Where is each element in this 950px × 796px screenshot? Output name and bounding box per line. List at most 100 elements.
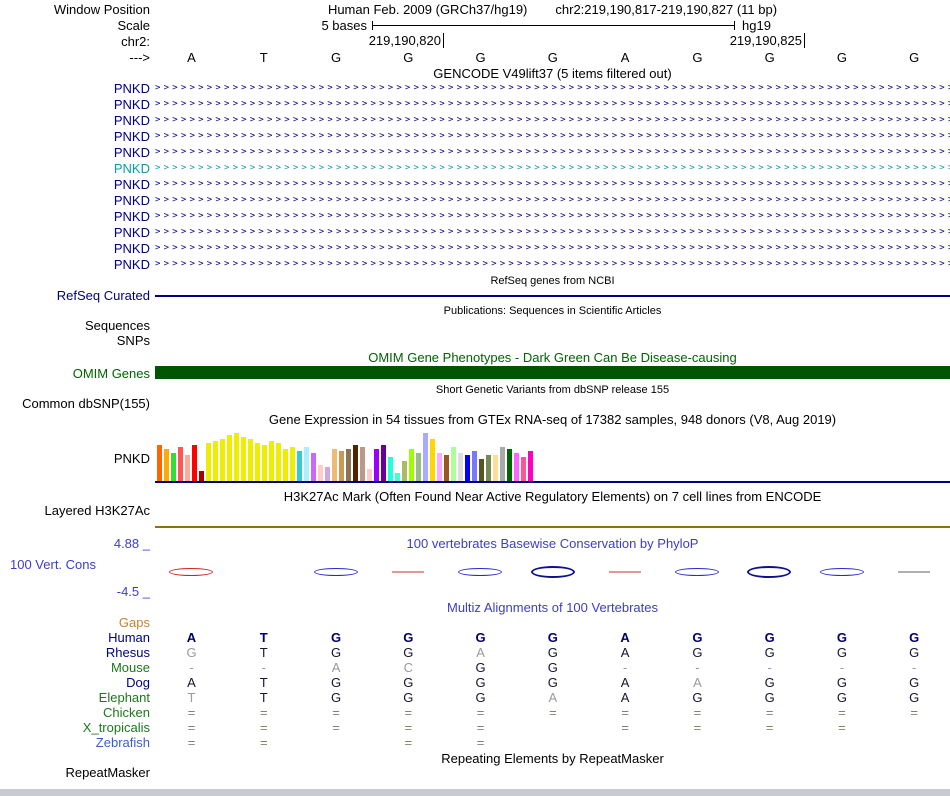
alignment-base: G [836, 630, 848, 645]
gencode-transcript-label[interactable]: PNKD [0, 193, 150, 208]
gencode-transcript-label[interactable]: PNKD [0, 145, 150, 160]
gencode-transcript-label[interactable]: PNKD [0, 97, 150, 112]
refseq-curated-track-line[interactable] [155, 295, 950, 297]
gtex-expression-bar [199, 471, 204, 481]
gaps-label[interactable]: Gaps [0, 615, 150, 630]
scale-bar [372, 21, 735, 30]
h3k27ac-track-title[interactable]: H3K27Ac Mark (Often Found Near Active Re… [155, 489, 950, 504]
gencode-transcript-label[interactable]: PNKD [0, 129, 150, 144]
gtex-expression-bar [185, 455, 190, 481]
gencode-transcript-label[interactable]: PNKD [0, 257, 150, 272]
gencode-transcript-strand-arrows[interactable]: >>>>>>>>>>>>>>>>>>>>>>>>>>>>>>>>>>>>>>>>… [155, 145, 950, 160]
gtex-expression-bar [269, 441, 274, 481]
gtex-expression-bar [157, 445, 162, 481]
alignment-base: T [259, 645, 268, 660]
gtex-expression-bar [234, 433, 239, 481]
gtex-expression-bar [192, 445, 197, 481]
conservation-mark [675, 568, 720, 576]
refseq-curated-label[interactable]: RefSeq Curated [0, 288, 150, 303]
alignment-base: G [403, 675, 414, 690]
gencode-transcript-strand-arrows[interactable]: >>>>>>>>>>>>>>>>>>>>>>>>>>>>>>>>>>>>>>>>… [155, 257, 950, 272]
conservation-mark [169, 568, 214, 576]
gtex-expression-bar [276, 443, 281, 481]
alignment-base: T [259, 630, 268, 645]
alignment-species-label[interactable]: Mouse [0, 660, 150, 675]
gencode-transcript-strand-arrows[interactable]: >>>>>>>>>>>>>>>>>>>>>>>>>>>>>>>>>>>>>>>>… [155, 225, 950, 240]
gencode-transcript-label[interactable]: PNKD [0, 81, 150, 96]
alignment-base: G [547, 660, 558, 675]
conservation-mark [313, 568, 358, 576]
omim-track-title[interactable]: OMIM Gene Phenotypes - Dark Green Can Be… [155, 350, 950, 365]
dbsnp-track-title[interactable]: Short Genetic Variants from dbSNP releas… [155, 383, 950, 398]
gencode-transcript-label[interactable]: PNKD [0, 113, 150, 128]
alignment-base: = [549, 705, 557, 720]
repeatmasker-label[interactable]: RepeatMasker [0, 765, 150, 780]
gencode-transcript-label[interactable]: PNKD [0, 241, 150, 256]
alignment-base: A [548, 690, 558, 705]
alignment-base: A [476, 645, 485, 660]
gencode-transcript-strand-arrows[interactable]: >>>>>>>>>>>>>>>>>>>>>>>>>>>>>>>>>>>>>>>>… [155, 97, 950, 112]
alignment-base: G [692, 690, 703, 705]
gtex-expression-bar [325, 467, 330, 481]
gencode-transcript-strand-arrows[interactable]: >>>>>>>>>>>>>>>>>>>>>>>>>>>>>>>>>>>>>>>>… [155, 209, 950, 224]
conservation-mark [458, 568, 503, 576]
gtex-track-title[interactable]: Gene Expression in 54 tissues from GTEx … [155, 412, 950, 427]
gencode-transcript-strand-arrows[interactable]: >>>>>>>>>>>>>>>>>>>>>>>>>>>>>>>>>>>>>>>>… [155, 241, 950, 256]
alignment-base: = [621, 705, 629, 720]
gtex-expression-bar [178, 447, 183, 481]
gtex-expression-bar [283, 449, 288, 481]
gencode-transcript-strand-arrows[interactable]: >>>>>>>>>>>>>>>>>>>>>>>>>>>>>>>>>>>>>>>>… [155, 113, 950, 128]
alignment-species-label[interactable]: Dog [0, 675, 150, 690]
alignment-species-label[interactable]: Zebrafish [0, 735, 150, 750]
alignment-base: = [404, 720, 413, 735]
gencode-transcript-label[interactable]: PNKD [0, 209, 150, 224]
omim-genes-track-bar[interactable] [155, 366, 950, 379]
gencode-transcript-strand-arrows[interactable]: >>>>>>>>>>>>>>>>>>>>>>>>>>>>>>>>>>>>>>>>… [155, 193, 950, 208]
alignment-species-label[interactable]: Rhesus [0, 645, 150, 660]
gencode-transcript-label[interactable]: PNKD [0, 225, 150, 240]
gencode-transcript-strand-arrows[interactable]: >>>>>>>>>>>>>>>>>>>>>>>>>>>>>>>>>>>>>>>>… [155, 177, 950, 192]
gencode-transcript-strand-arrows[interactable]: >>>>>>>>>>>>>>>>>>>>>>>>>>>>>>>>>>>>>>>>… [155, 81, 950, 96]
alignment-species-label[interactable]: X_tropicalis [0, 720, 150, 735]
gencode-transcript-strand-arrows[interactable]: >>>>>>>>>>>>>>>>>>>>>>>>>>>>>>>>>>>>>>>>… [155, 129, 950, 144]
publications-track-title[interactable]: Publications: Sequences in Scientific Ar… [155, 304, 950, 319]
alignment-base: = [476, 735, 485, 750]
gtex-expression-bar [220, 439, 225, 481]
layered-h3k27ac-label[interactable]: Layered H3K27Ac [0, 503, 150, 518]
alignment-species-label[interactable]: Chicken [0, 705, 150, 720]
sequences-label[interactable]: Sequences [0, 318, 150, 333]
refseq-track-title[interactable]: RefSeq genes from NCBI [155, 274, 950, 289]
conservation-track-title[interactable]: 100 vertebrates Basewise Conservation by… [155, 536, 950, 551]
conservation-track-label[interactable]: 100 Vert. Cons [10, 557, 96, 572]
gtex-expression-bar [171, 453, 176, 481]
gtex-expression-bar [486, 455, 491, 481]
window-title: Human Feb. 2009 (GRCh37/hg19) chr2:219,19… [155, 2, 950, 17]
gencode-transcript-label[interactable]: PNKD [0, 161, 150, 176]
gtex-expression-bar [402, 461, 407, 481]
genome-browser-track-image: Window Position Human Feb. 2009 (GRCh37/… [0, 0, 950, 796]
gtex-expression-bar [353, 445, 358, 481]
alignment-base: = [259, 735, 268, 750]
gtex-expression-bar [514, 453, 519, 481]
repeatmasker-track-title[interactable]: Repeating Elements by RepeatMasker [155, 751, 950, 766]
assembly-title: Human Feb. 2009 (GRCh37/hg19) [327, 2, 528, 17]
alignment-base: A [693, 675, 702, 690]
common-dbsnp-label[interactable]: Common dbSNP(155) [0, 396, 150, 411]
alignment-species-label[interactable]: Human [0, 630, 150, 645]
gtex-expression-bar [262, 445, 267, 481]
gencode-transcript-strand-arrows[interactable]: >>>>>>>>>>>>>>>>>>>>>>>>>>>>>>>>>>>>>>>>… [155, 161, 950, 176]
gtex-gene-label[interactable]: PNKD [0, 451, 150, 466]
alignment-base: = [765, 705, 774, 720]
gtex-track-baseline [155, 481, 950, 483]
gencode-track-title[interactable]: GENCODE V49lift37 (5 items filtered out) [155, 66, 950, 81]
snps-label[interactable]: SNPs [0, 333, 150, 348]
alignment-species-label[interactable]: Elephant [0, 690, 150, 705]
gtex-expression-bar [311, 453, 316, 481]
alignment-base: = [476, 720, 485, 735]
multiz-track-title[interactable]: Multiz Alignments of 100 Vertebrates [155, 600, 950, 615]
gencode-transcript-label[interactable]: PNKD [0, 177, 150, 192]
alignment-base: G [836, 690, 848, 705]
gtex-expression-bar [465, 455, 470, 481]
omim-genes-label[interactable]: OMIM Genes [0, 366, 150, 381]
base-letter: G [475, 50, 486, 65]
